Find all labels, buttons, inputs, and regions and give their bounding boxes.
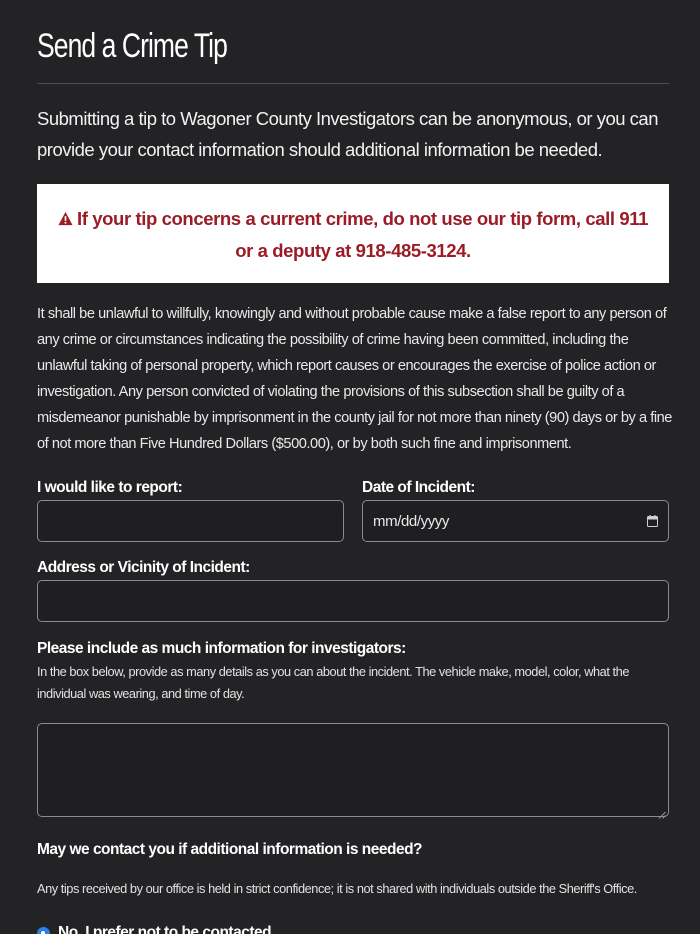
report-type-label: I would like to report:: [37, 479, 183, 496]
emergency-alert: If your tip concerns a current crime, do…: [37, 184, 669, 283]
crime-tip-page: Send a Crime Tip Submitting a tip to Wag…: [0, 0, 700, 934]
address-input[interactable]: [37, 580, 669, 622]
confidential-note: Any tips received by our office is held …: [37, 881, 637, 896]
report-type-input[interactable]: [37, 500, 344, 542]
contact-option-no[interactable]: No, I prefer not to be contacted: [37, 923, 272, 934]
details-label: Please include as much information for i…: [37, 640, 406, 657]
radio-selected-icon[interactable]: [37, 926, 50, 934]
alert-text: If your tip concerns a current crime, do…: [77, 208, 648, 261]
incident-date-label: Date of Incident:: [362, 479, 475, 496]
contact-question: May we contact you if additional informa…: [37, 841, 423, 858]
resize-handle-icon[interactable]: [658, 806, 666, 819]
date-placeholder: mm/dd/yyyy: [373, 513, 450, 530]
warning-triangle-icon: [58, 204, 73, 235]
address-label: Address or Vicinity of Incident:: [37, 559, 250, 576]
contact-option-label: No, I prefer not to be contacted: [58, 924, 272, 934]
details-help-text: In the box below, provide as many detail…: [37, 664, 629, 701]
incident-date-input[interactable]: mm/dd/yyyy: [362, 500, 669, 542]
title-divider: [37, 83, 669, 84]
page-title: Send a Crime Tip: [37, 27, 228, 65]
legal-notice: It shall be unlawful to willfully, knowi…: [37, 306, 672, 452]
details-textarea[interactable]: [37, 723, 669, 819]
calendar-icon[interactable]: [647, 514, 658, 527]
intro-text: Submitting a tip to Wagoner County Inves…: [37, 108, 659, 160]
crime-tip-content: Send a Crime Tip Submitting a tip to Wag…: [37, 0, 672, 934]
